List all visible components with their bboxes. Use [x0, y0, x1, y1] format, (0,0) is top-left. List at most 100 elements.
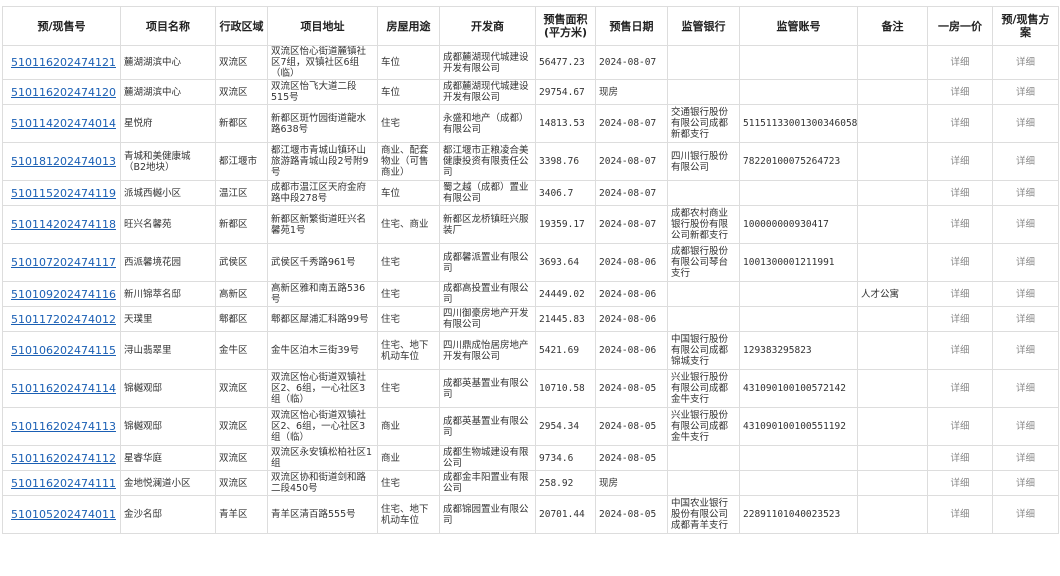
district-cell: 新都区 — [215, 205, 268, 244]
price-detail-link-cell: 详细 — [927, 306, 993, 332]
permit-link[interactable]: 510116202474121 — [2, 45, 121, 80]
account-cell — [739, 470, 858, 496]
plan-detail-link-cell: 详细 — [992, 142, 1059, 181]
price-detail-link-cell: 详细 — [927, 470, 993, 496]
price-detail-link[interactable]: 详细 — [950, 478, 969, 489]
plan-detail-link[interactable]: 详细 — [1016, 383, 1035, 394]
project-name: 西派馨境花园 — [120, 243, 216, 282]
plan-detail-link[interactable]: 详细 — [1016, 257, 1035, 268]
permit-link[interactable]: 510105202474011 — [2, 495, 121, 534]
plan-detail-link[interactable]: 详细 — [1016, 314, 1035, 325]
plan-detail-link[interactable]: 详细 — [1016, 57, 1035, 68]
permit-link[interactable]: 510109202474116 — [2, 281, 121, 307]
price-detail-link[interactable]: 详细 — [950, 289, 969, 300]
note-cell — [857, 45, 928, 80]
note-cell — [857, 306, 928, 332]
price-detail-link[interactable]: 详细 — [950, 345, 969, 356]
account-cell — [739, 79, 858, 105]
area-cell: 21445.83 — [535, 306, 596, 332]
use-cell: 住宅、地下机动车位 — [377, 331, 440, 370]
permit-link[interactable]: 510116202474112 — [2, 445, 121, 471]
plan-detail-link-cell: 详细 — [992, 331, 1059, 370]
price-detail-link[interactable]: 详细 — [950, 219, 969, 230]
price-detail-link-cell: 详细 — [927, 180, 993, 206]
permit-link[interactable]: 510116202474114 — [2, 369, 121, 408]
permit-link[interactable]: 510116202474113 — [2, 407, 121, 446]
plan-detail-link[interactable]: 详细 — [1016, 219, 1035, 230]
permit-link[interactable]: 510116202474111 — [2, 470, 121, 496]
plan-detail-link-cell: 详细 — [992, 445, 1059, 471]
price-detail-link-cell: 详细 — [927, 243, 993, 282]
header-note: 备注 — [857, 6, 928, 46]
plan-detail-link[interactable]: 详细 — [1016, 87, 1035, 98]
plan-detail-link-cell: 详细 — [992, 306, 1059, 332]
plan-detail-link[interactable]: 详细 — [1016, 289, 1035, 300]
note-cell — [857, 445, 928, 471]
plan-detail-link[interactable]: 详细 — [1016, 188, 1035, 199]
project-name: 麓湖湖滨中心 — [120, 79, 216, 105]
permit-link[interactable]: 510116202474120 — [2, 79, 121, 105]
price-detail-link[interactable]: 详细 — [950, 188, 969, 199]
address-cell: 双流区怡心街道双镇社区2、6组，一心社区3组（临） — [267, 407, 378, 446]
area-cell: 9734.6 — [535, 445, 596, 471]
price-detail-link[interactable]: 详细 — [950, 453, 969, 464]
address-cell: 都江堰市青城山镇环山旅游路青城山段2号附9号 — [267, 142, 378, 181]
price-detail-link[interactable]: 详细 — [950, 57, 969, 68]
price-detail-link[interactable]: 详细 — [950, 383, 969, 394]
permit-link[interactable]: 510181202474013 — [2, 142, 121, 181]
plan-detail-link[interactable]: 详细 — [1016, 478, 1035, 489]
date-cell: 2024-08-06 — [595, 281, 668, 307]
account-cell: 1001300001211991 — [739, 243, 858, 282]
table-row: 510116202474121 麓湖湖滨中心 双流区 双流区怡心街道麓镇社区7组，双镇… — [2, 45, 1059, 80]
district-cell: 双流区 — [215, 445, 268, 471]
price-detail-link-cell: 详细 — [927, 104, 993, 143]
address-cell: 郫都区犀浦汇科路99号 — [267, 306, 378, 332]
permit-link[interactable]: 510114202474118 — [2, 205, 121, 244]
plan-detail-link[interactable]: 详细 — [1016, 509, 1035, 520]
district-cell: 武侯区 — [215, 243, 268, 282]
area-cell: 14813.53 — [535, 104, 596, 143]
price-detail-link[interactable]: 详细 — [950, 87, 969, 98]
header-row: 预/现售号 项目名称 行政区域 项目地址 房屋用途 开发商 预售面积(平方米) … — [2, 6, 1059, 46]
bank-cell — [667, 281, 740, 307]
date-cell: 2024-08-06 — [595, 331, 668, 370]
project-name: 浔山翡翠里 — [120, 331, 216, 370]
account-cell: 78220100075264723 — [739, 142, 858, 181]
address-cell: 双流区怡心街道麓镇社区7组，双镇社区6组（临） — [267, 45, 378, 80]
permit-link[interactable]: 510117202474012 — [2, 306, 121, 332]
price-detail-link[interactable]: 详细 — [950, 314, 969, 325]
permit-link[interactable]: 510115202474119 — [2, 180, 121, 206]
plan-detail-link-cell: 详细 — [992, 104, 1059, 143]
permit-link[interactable]: 510114202474014 — [2, 104, 121, 143]
note-cell — [857, 369, 928, 408]
use-cell: 住宅 — [377, 306, 440, 332]
price-detail-link-cell: 详细 — [927, 369, 993, 408]
price-detail-link[interactable]: 详细 — [950, 509, 969, 520]
project-name: 星睿华庭 — [120, 445, 216, 471]
area-cell: 2954.34 — [535, 407, 596, 446]
plan-detail-link[interactable]: 详细 — [1016, 156, 1035, 167]
plan-detail-link-cell: 详细 — [992, 369, 1059, 408]
permit-link[interactable]: 510106202474115 — [2, 331, 121, 370]
area-cell: 10710.58 — [535, 369, 596, 408]
plan-detail-link[interactable]: 详细 — [1016, 345, 1035, 356]
district-cell: 都江堰市 — [215, 142, 268, 181]
price-detail-link[interactable]: 详细 — [950, 156, 969, 167]
use-cell: 住宅、商业 — [377, 205, 440, 244]
developer-cell: 成都锦园置业有限公司 — [439, 495, 536, 534]
price-detail-link[interactable]: 详细 — [950, 118, 969, 129]
plan-detail-link[interactable]: 详细 — [1016, 453, 1035, 464]
price-detail-link-cell: 详细 — [927, 79, 993, 105]
header-account: 监管账号 — [739, 6, 858, 46]
date-cell: 2024-08-07 — [595, 45, 668, 80]
permit-link[interactable]: 510107202474117 — [2, 243, 121, 282]
price-detail-link[interactable]: 详细 — [950, 421, 969, 432]
use-cell: 住宅 — [377, 281, 440, 307]
plan-detail-link[interactable]: 详细 — [1016, 421, 1035, 432]
table-row: 510106202474115 浔山翡翠里 金牛区 金牛区泊木三街39号 住宅、地下机动… — [2, 331, 1059, 370]
price-detail-link[interactable]: 详细 — [950, 257, 969, 268]
presale-table: 预/现售号 项目名称 行政区域 项目地址 房屋用途 开发商 预售面积(平方米) … — [2, 6, 1059, 534]
bank-cell: 兴业银行股份有限公司成都金牛支行 — [667, 369, 740, 408]
plan-detail-link[interactable]: 详细 — [1016, 118, 1035, 129]
bank-cell — [667, 445, 740, 471]
